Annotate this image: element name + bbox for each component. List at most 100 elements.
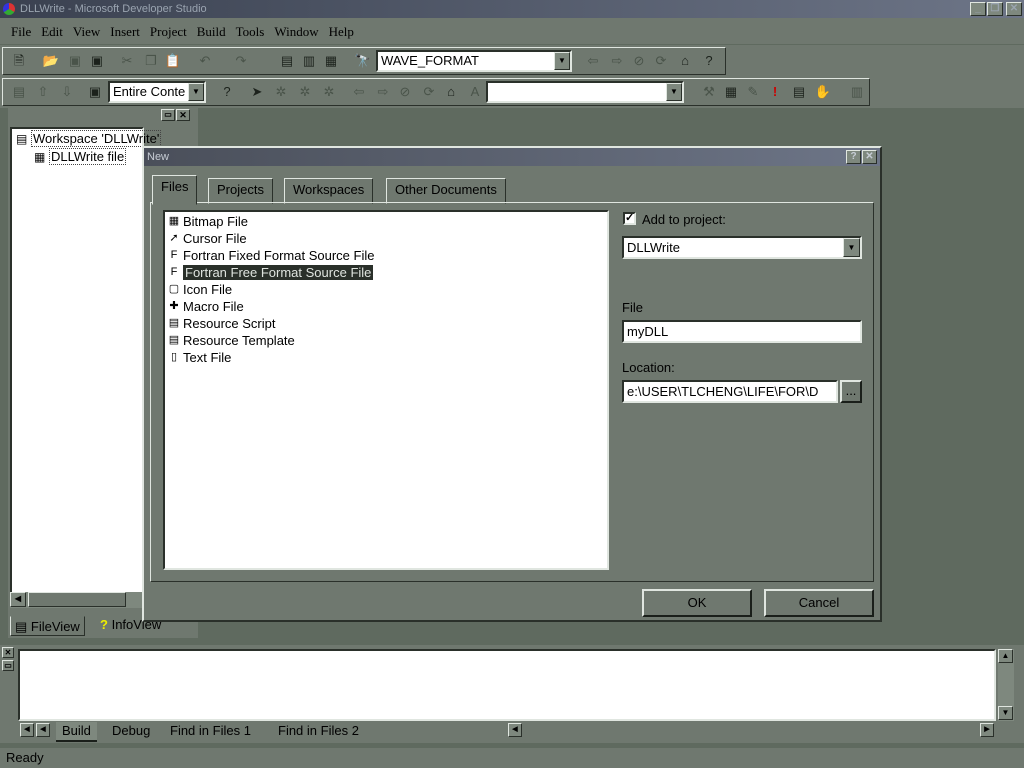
menu-window[interactable]: Window	[269, 18, 323, 40]
pane-maximize-button[interactable]: ▭	[161, 109, 175, 121]
down-arrow-icon[interactable]: ⇩	[58, 84, 76, 100]
list-item[interactable]: ▤ Resource Template	[167, 332, 295, 349]
output-vscroll[interactable]: ▲ ▼	[998, 649, 1014, 721]
find-in-files-icon[interactable]: 🔭	[354, 53, 372, 69]
list-item[interactable]: ▤ Resource Script	[167, 315, 276, 332]
scroll-left-icon[interactable]: ◀	[10, 592, 26, 607]
menu-help[interactable]: Help	[324, 18, 359, 40]
save-all-icon[interactable]: ▣	[88, 53, 106, 69]
scroll-down-icon[interactable]: ▼	[998, 706, 1013, 720]
output-close-button[interactable]: ✕	[2, 647, 14, 658]
file-name-input[interactable]: myDLL	[622, 320, 862, 343]
tab-projects[interactable]: Projects	[208, 178, 273, 204]
undo-icon[interactable]: ↶	[196, 53, 214, 69]
output-maximize-button[interactable]: ▭	[2, 660, 14, 671]
list-item[interactable]: F Fortran Fixed Format Source File	[167, 247, 375, 264]
new-text-file-icon[interactable]: 🗎	[10, 53, 28, 69]
project-select[interactable]: DLLWrite ▼	[622, 236, 862, 259]
menu-insert[interactable]: Insert	[105, 18, 145, 40]
hscroll-right-icon[interactable]: ▶	[980, 723, 994, 737]
tab-build[interactable]: Build	[56, 722, 97, 742]
list-item[interactable]: ➚ Cursor File	[167, 230, 246, 247]
back-arrow-icon[interactable]: ⇦	[584, 53, 602, 69]
list-item[interactable]: F Fortran Free Format Source File	[167, 264, 374, 281]
restore-button[interactable]: ❐	[987, 2, 1003, 16]
copy-icon[interactable]: ❐	[142, 53, 160, 69]
book-icon[interactable]: ▣	[86, 84, 104, 100]
dialog-help-button[interactable]: ?	[846, 150, 861, 164]
stop-build-icon[interactable]: ✎	[744, 84, 762, 100]
open-folder-icon[interactable]: 📂	[42, 53, 60, 69]
scroll-up-icon[interactable]: ▲	[998, 649, 1013, 663]
dialog-close-button[interactable]: ✕	[862, 150, 877, 164]
pane-close-button[interactable]: ✕	[176, 109, 190, 121]
tab-debug[interactable]: Debug	[106, 722, 156, 740]
contents-icon[interactable]: ▤	[10, 84, 28, 100]
find-combo[interactable]: WAVE_FORMAT ▼	[376, 50, 572, 72]
chevron-down-icon[interactable]: ▼	[843, 238, 860, 257]
search-combo[interactable]: ▼	[486, 81, 684, 103]
tree-hscroll[interactable]: ◀	[10, 592, 144, 608]
build-icon[interactable]: ▦	[722, 84, 740, 100]
scope-combo[interactable]: Entire Conte ▼	[108, 81, 206, 103]
list-item[interactable]: ✚ Macro File	[167, 298, 243, 315]
list-item[interactable]: ▦ Bitmap File	[167, 213, 248, 230]
forward-arrow-icon[interactable]: ⇨	[374, 84, 392, 100]
breakpoint-icon[interactable]: ✋	[814, 84, 832, 100]
prev-topic-icon[interactable]: ✲	[320, 84, 338, 100]
up-arrow-icon[interactable]: ⇧	[34, 84, 52, 100]
paste-icon[interactable]: 📋	[164, 53, 182, 69]
chevron-down-icon[interactable]: ▼	[666, 83, 682, 101]
compile-icon[interactable]: ⚒	[700, 84, 718, 100]
font-icon[interactable]: A	[466, 84, 484, 100]
cancel-button[interactable]: Cancel	[764, 589, 874, 617]
tree-root[interactable]: ▤ Workspace 'DLLWrite'	[16, 130, 162, 147]
go-icon[interactable]: ▤	[790, 84, 808, 100]
hscroll-left-icon[interactable]: ◀	[508, 723, 522, 737]
tab-scroll-prev-icon[interactable]: ◀	[36, 723, 50, 737]
close-button[interactable]: ✕	[1006, 2, 1022, 16]
prev-result-icon[interactable]: ✲	[272, 84, 290, 100]
refresh-icon[interactable]: ⟳	[652, 53, 670, 69]
redo-icon[interactable]: ↷	[232, 53, 250, 69]
tab-fileview[interactable]: ▤ FileView	[10, 616, 85, 636]
stop-icon[interactable]: ⊘	[630, 53, 648, 69]
output-window-icon[interactable]: ▥	[300, 53, 318, 69]
query-icon[interactable]: ?	[218, 84, 236, 100]
next-topic-icon[interactable]: ✲	[296, 84, 314, 100]
file-type-list[interactable]: ▦ Bitmap File ➚ Cursor File F Fortran Fixed F…	[163, 210, 609, 570]
workspace-window-icon[interactable]: ▤	[278, 53, 296, 69]
tab-workspaces[interactable]: Workspaces	[284, 178, 374, 204]
back-arrow-icon[interactable]: ⇦	[350, 84, 368, 100]
menu-project[interactable]: Project	[145, 18, 192, 40]
next-result-icon[interactable]: ➤	[248, 84, 266, 100]
list-item[interactable]: ▯ Text File	[167, 349, 231, 366]
tab-scroll-first-icon[interactable]: ◀	[20, 723, 34, 737]
execute-icon[interactable]: !	[766, 84, 784, 100]
tab-find-in-files-2[interactable]: Find in Files 2	[272, 722, 365, 740]
tab-other-documents[interactable]: Other Documents	[386, 178, 506, 204]
window-list-icon[interactable]: ▦	[322, 53, 340, 69]
menu-build[interactable]: Build	[192, 18, 231, 40]
home-icon[interactable]: ⌂	[676, 53, 694, 69]
wizard-icon[interactable]: ▥	[848, 84, 866, 100]
refresh-icon[interactable]: ⟳	[420, 84, 438, 100]
add-to-project-checkbox[interactable]: ✓	[623, 212, 636, 225]
output-text-area[interactable]	[18, 649, 996, 721]
menu-file[interactable]: File	[6, 18, 36, 40]
menu-edit[interactable]: Edit	[36, 18, 68, 40]
tree-child[interactable]: ▦ DLLWrite file	[34, 148, 127, 165]
scroll-thumb[interactable]	[28, 592, 126, 607]
cut-icon[interactable]: ✂	[118, 53, 136, 69]
home-icon[interactable]: ⌂	[442, 84, 460, 100]
stop-icon[interactable]: ⊘	[396, 84, 414, 100]
tab-find-in-files-1[interactable]: Find in Files 1	[164, 722, 257, 740]
chevron-down-icon[interactable]: ▼	[554, 52, 570, 70]
menu-view[interactable]: View	[68, 18, 105, 40]
menu-tools[interactable]: Tools	[231, 18, 270, 40]
forward-arrow-icon[interactable]: ⇨	[608, 53, 626, 69]
location-input[interactable]: e:\USER\TLCHENG\LIFE\FOR\D	[622, 380, 838, 403]
chevron-down-icon[interactable]: ▼	[188, 83, 204, 101]
minimize-button[interactable]: _	[970, 2, 986, 16]
list-item[interactable]: ▢ Icon File	[167, 281, 232, 298]
